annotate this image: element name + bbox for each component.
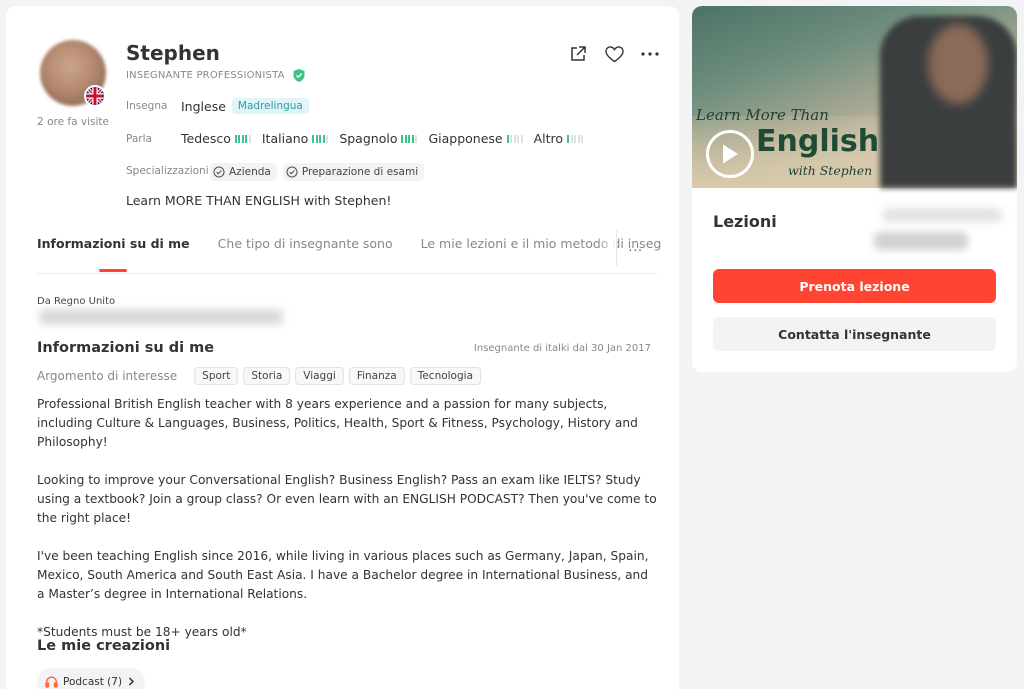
tab-divider [616, 230, 617, 266]
interest-tag: Storia [243, 367, 291, 385]
spoken-language: Italiano [261, 131, 329, 146]
spoken-language-name: Giapponese [428, 131, 503, 146]
headphones-icon [45, 675, 58, 688]
proficiency-bars [401, 134, 418, 143]
book-lesson-button[interactable]: Prenota lezione [713, 269, 996, 303]
proficiency-bars [567, 134, 584, 143]
spoken-language: Spagnolo [339, 131, 418, 146]
heart-icon[interactable] [604, 44, 624, 64]
more-options-icon[interactable] [640, 44, 660, 64]
specialization-label: Azienda [229, 166, 271, 178]
interest-tag: Finanza [348, 367, 405, 385]
speaks-label: Parla [126, 133, 152, 145]
chevron-right-icon [129, 677, 135, 686]
specialization-chip: Azienda [210, 163, 277, 181]
interest-tag: Tecnologia [409, 367, 482, 385]
last-visit-text: 2 ore fa visite [37, 116, 109, 128]
about-title: Informazioni su di me [37, 340, 215, 356]
teaches-language: Inglese [181, 98, 226, 114]
tab-about-me[interactable]: Informazioni su di me [37, 236, 190, 251]
interests-row: Argomento di interesse Sport Storia Viag… [37, 367, 482, 385]
proficiency-bars [312, 134, 329, 143]
specializations-label: Specializzazioni [126, 165, 209, 177]
interest-tag: Sport [194, 367, 239, 385]
podcast-label: Podcast (7) [63, 675, 123, 688]
share-icon[interactable] [568, 44, 588, 64]
spoken-language-name: Spagnolo [339, 131, 398, 146]
blurred-price-value [874, 232, 968, 250]
tab-fade [597, 236, 617, 272]
active-tab-indicator [99, 269, 127, 272]
role-label: INSEGNANTE PROFESSIONISTA [126, 70, 285, 81]
spoken-language: Giapponese [428, 131, 523, 146]
proficiency-bars [506, 134, 523, 143]
teaches-label: Insegna [126, 100, 168, 112]
tab-teacher-type[interactable]: Che tipo di insegnante sono [218, 236, 393, 251]
profile-actions [568, 44, 660, 64]
specialization-label: Preparazione di esami [301, 166, 419, 178]
intro-video[interactable]: Learn More Than English with Stephen [692, 6, 1017, 188]
about-paragraph: Looking to improve your Conversational E… [37, 473, 657, 525]
podcast-button[interactable]: Podcast (7) [37, 668, 146, 689]
spoken-language-name: Altro [533, 131, 564, 146]
specialization-chip: Preparazione di esami [282, 163, 425, 181]
native-badge: Madrelingua [231, 98, 309, 114]
spoken-language-name: Tedesco [181, 131, 231, 146]
about-paragraph: Professional British English teacher wit… [37, 397, 638, 449]
creations-title: Le mie creazioni [37, 638, 171, 654]
about-paragraph: I've been teaching English since 2016, w… [37, 549, 649, 601]
lessons-title: Lezioni [713, 212, 777, 231]
teacher-tagline: Learn MORE THAN ENGLISH with Stephen! [126, 193, 392, 208]
spoken-language: Altro [533, 131, 584, 146]
origin-country: Da Regno Unito [37, 296, 116, 307]
teacher-name: Stephen [126, 41, 220, 65]
video-title-line1: Learn More Than [696, 106, 829, 124]
lesson-sidebar: Learn More Than English with Stephen Lez… [692, 6, 1017, 372]
check-badge-icon [213, 166, 225, 178]
teaches-row: Inglese Madrelingua [181, 98, 309, 114]
profile-tabs: Informazioni su di me Che tipo di insegn… [37, 230, 661, 274]
teacher-since: Insegnante di italki dal 30 Jan 2017 [473, 343, 651, 354]
spoken-language: Tedesco [181, 131, 251, 146]
verified-shield-icon [293, 69, 305, 82]
proficiency-bars [234, 134, 251, 143]
specializations-list: Azienda Preparazione di esami [210, 163, 425, 181]
interests-label: Argomento di interesse [37, 369, 178, 383]
contact-teacher-button[interactable]: Contatta l'insegnante [713, 317, 996, 351]
interest-tag: Viaggi [295, 367, 344, 385]
spoken-language-name: Italiano [261, 131, 309, 146]
uk-flag-icon [84, 85, 106, 107]
tab-lessons-method[interactable]: Le mie lezioni e il mio metodo di inseg [421, 236, 662, 251]
blurred-location [39, 309, 283, 325]
check-badge-icon [286, 166, 298, 178]
tabs-more-icon[interactable]: ... [629, 240, 643, 254]
video-face [928, 24, 988, 104]
video-title-line2: English [756, 124, 880, 159]
teacher-profile-card: 2 ore fa visite Stephen INSEGNANTE PROFE… [6, 6, 679, 689]
speaks-languages: Tedesco Italiano Spagnolo Giapponese Altro [181, 131, 584, 146]
video-title-line3: with Stephen [788, 163, 873, 178]
about-description: Professional British English teacher wit… [37, 395, 659, 661]
blurred-price-label [882, 208, 1002, 222]
play-icon[interactable] [706, 130, 754, 178]
teacher-role: INSEGNANTE PROFESSIONISTA [126, 69, 305, 82]
